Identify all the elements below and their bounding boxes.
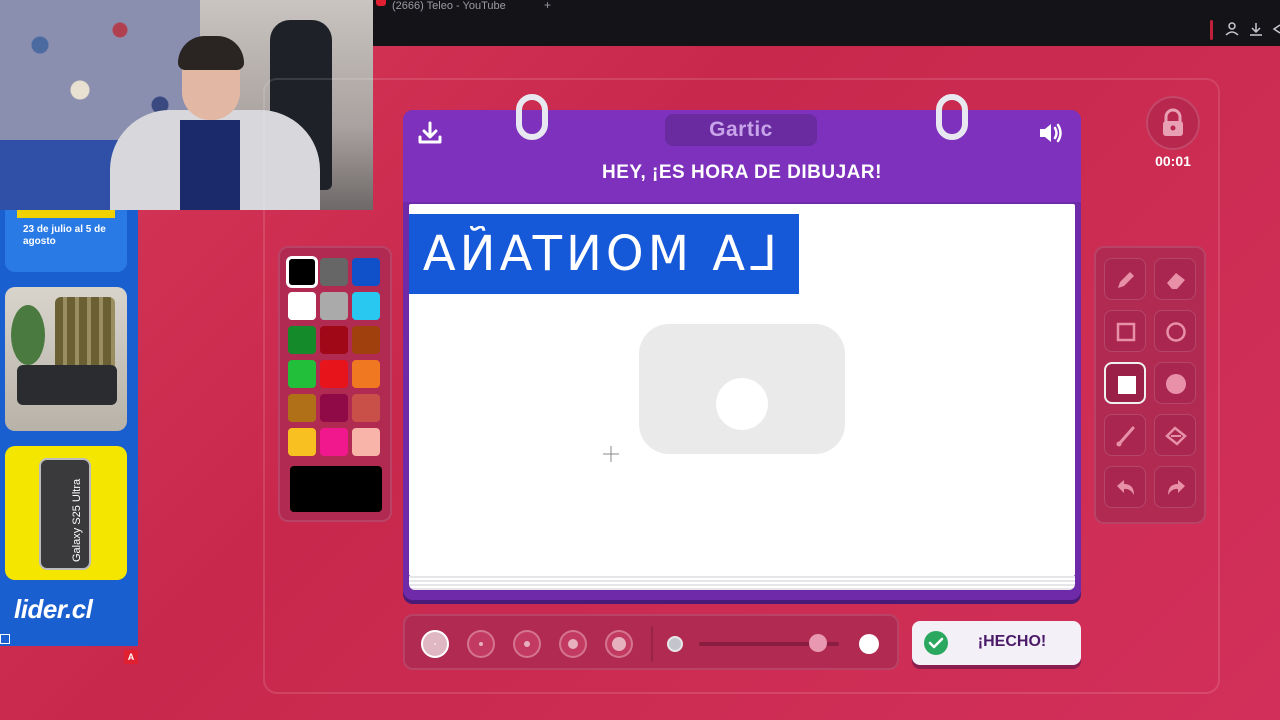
color-swatch-13[interactable] — [288, 394, 316, 422]
ad-info-icon[interactable] — [0, 634, 10, 644]
pencil-icon — [1118, 272, 1134, 288]
rectangle-fill-tool-button[interactable] — [1104, 362, 1146, 404]
color-swatch-6[interactable] — [352, 292, 380, 320]
circle-outline-tool-button[interactable] — [1154, 310, 1196, 352]
gartic-logo: Gartic — [709, 118, 773, 141]
color-swatch-14[interactable] — [320, 394, 348, 422]
opacity-max-icon — [859, 634, 879, 654]
line-tool-button[interactable] — [1104, 414, 1146, 456]
ad-promo-banner[interactable]: 23 de julio al 5 de agosto — [5, 210, 127, 272]
color-swatch-8[interactable] — [320, 326, 348, 354]
fill-bucket-tool-button[interactable] — [1154, 414, 1196, 456]
check-icon — [924, 631, 948, 655]
redo-button[interactable] — [1154, 466, 1196, 508]
color-swatch-9[interactable] — [352, 326, 380, 354]
draw-prompt: HEY, ¡ES HORA DE DIBUJAR! — [602, 162, 882, 183]
brush-settings-bar — [403, 614, 899, 670]
color-swatch-1[interactable] — [286, 256, 318, 288]
ad-phone-label: Galaxy S25 Ultra — [71, 478, 83, 562]
sketchbook-pages — [409, 576, 1075, 590]
ad-sofa — [17, 365, 117, 405]
download-drawing-icon[interactable] — [417, 120, 445, 148]
color-palette-panel — [278, 246, 392, 522]
opacity-min-icon — [667, 636, 683, 652]
fill-bucket-icon — [1165, 426, 1187, 446]
sketchbook-header: Gartic HEY, ¡ES HORA DE DIBUJAR! — [403, 110, 1081, 202]
sound-icon[interactable] — [1037, 120, 1065, 148]
color-swatch-4[interactable] — [288, 292, 316, 320]
lock-button[interactable] — [1146, 96, 1200, 150]
ad-phone-device — [39, 458, 91, 570]
rectangle-outline-tool-button[interactable] — [1104, 310, 1146, 352]
color-swatch-2[interactable] — [320, 258, 348, 286]
profile-icon[interactable] — [1224, 22, 1240, 38]
circle-outline-icon — [1166, 322, 1186, 342]
color-swatch-17[interactable] — [320, 428, 348, 456]
brush-size-3[interactable] — [513, 630, 541, 658]
recording-indicator — [376, 0, 386, 6]
color-swatch-16[interactable] — [288, 428, 316, 456]
sketchbook-ring-right — [936, 94, 968, 140]
ad-furniture-image[interactable] — [5, 287, 127, 431]
gartic-phone-watermark — [639, 324, 845, 454]
brush-size-1[interactable] — [421, 630, 449, 658]
current-color-preview — [290, 466, 382, 512]
drawing-canvas[interactable]: LA MONTAÑA — [409, 204, 1075, 576]
countdown-timer: 00:01 — [1155, 153, 1191, 169]
color-swatch-18[interactable] — [352, 428, 380, 456]
color-swatch-10[interactable] — [288, 360, 316, 388]
drawn-text-mirrored: LA MONTAÑA — [418, 226, 777, 282]
crosshair-cursor-icon — [603, 446, 619, 462]
undo-button[interactable] — [1104, 466, 1146, 508]
ad-plant — [11, 305, 45, 365]
done-button-label: ¡HECHO! — [977, 633, 1047, 650]
webcam-person-shirt — [180, 120, 240, 210]
toolbar-separator — [1210, 20, 1213, 40]
brush-size-4[interactable] — [559, 630, 587, 658]
color-swatch-15[interactable] — [352, 394, 380, 422]
lock-icon — [1163, 108, 1183, 136]
brush-size-2[interactable] — [467, 630, 495, 658]
circle-filled-icon — [1166, 374, 1186, 394]
eraser-tool-button[interactable] — [1154, 258, 1196, 300]
undo-icon — [1117, 480, 1134, 495]
ad-brand-logo[interactable]: lider.cl — [14, 594, 93, 625]
sketchbook: Gartic HEY, ¡ES HORA DE DIBUJAR! LA MONT… — [403, 94, 1081, 600]
eraser-icon — [1167, 273, 1185, 289]
share-icon[interactable] — [1270, 22, 1280, 38]
square-outline-icon — [1116, 322, 1136, 342]
brush-size-5[interactable] — [605, 630, 633, 658]
ad-promo-date: 23 de julio al 5 de agosto — [23, 224, 106, 247]
tools-panel — [1094, 246, 1206, 524]
color-swatch-3[interactable] — [352, 258, 380, 286]
browser-tab-title[interactable]: (2666) Teleo - YouTube — [392, 0, 506, 12]
advertisement-column[interactable]: 23 de julio al 5 de agosto Galaxy S25 Ul… — [0, 210, 138, 664]
download-icon[interactable] — [1248, 22, 1264, 38]
circle-fill-tool-button[interactable] — [1154, 362, 1196, 404]
color-swatch-5[interactable] — [320, 292, 348, 320]
opacity-slider-handle[interactable] — [809, 634, 827, 652]
ad-phone-image[interactable]: Galaxy S25 Ultra — [5, 446, 127, 580]
color-swatch-12[interactable] — [352, 360, 380, 388]
ad-promo-tag — [17, 210, 115, 218]
done-button[interactable]: ¡HECHO! — [912, 621, 1081, 665]
color-swatch-11[interactable] — [320, 360, 348, 388]
ad-choices-marker[interactable]: A — [124, 650, 138, 664]
pencil-tool-button[interactable] — [1104, 258, 1146, 300]
webcam-person-hair — [178, 36, 244, 70]
color-swatch-7[interactable] — [288, 326, 316, 354]
bar-divider — [651, 626, 653, 662]
new-tab-button[interactable]: + — [544, 0, 551, 12]
sketchbook-ring-left — [516, 94, 548, 140]
redo-icon — [1168, 480, 1185, 495]
line-icon — [1116, 426, 1135, 447]
square-filled-icon — [1118, 376, 1136, 394]
